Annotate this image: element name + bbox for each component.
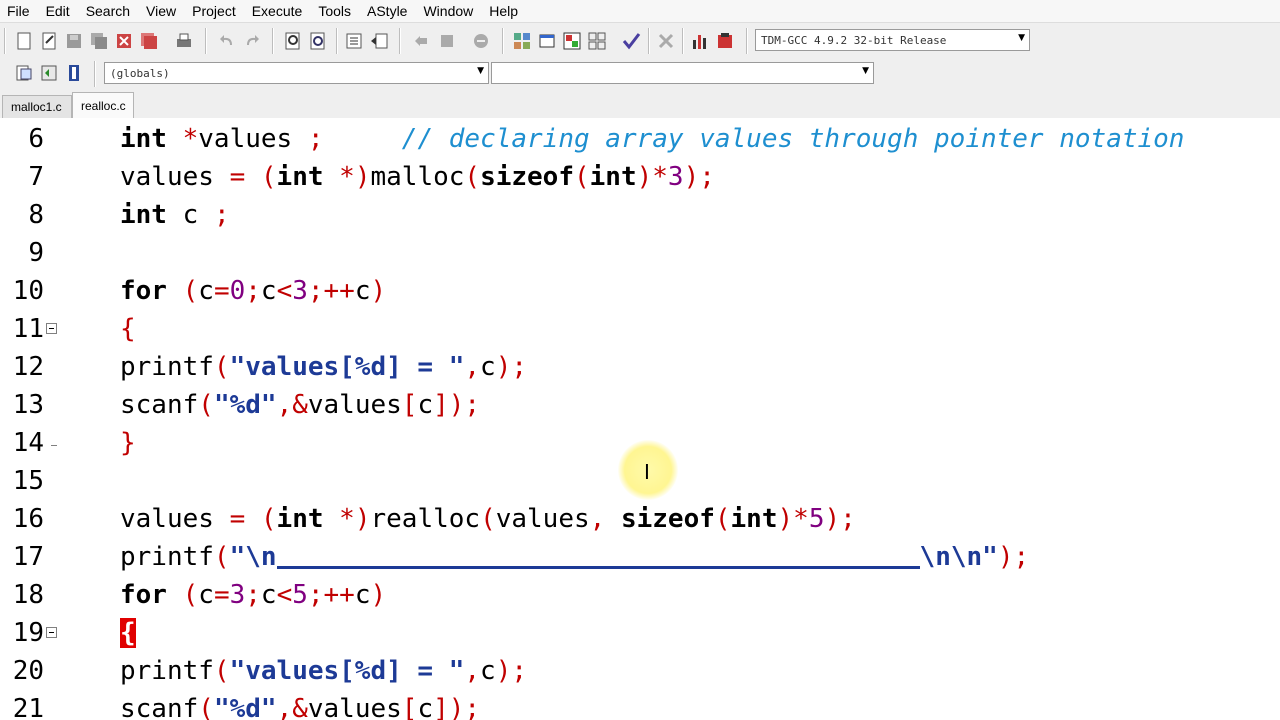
tab-realloc[interactable]: realloc.c — [72, 92, 134, 118]
members-select[interactable]: ▼ — [491, 62, 874, 84]
print-icon[interactable] — [174, 31, 194, 51]
line-number: 14 — [12, 428, 44, 458]
line-number: 8 — [28, 200, 44, 230]
globals-select[interactable]: (globals) ▼ — [104, 62, 489, 84]
text-cursor-icon: I — [644, 460, 650, 484]
line-number: 9 — [28, 238, 44, 268]
code-line-13: scanf("%d",&values[c]); — [120, 390, 481, 420]
menu-bar: File Edit Search View Project Execute To… — [0, 0, 1280, 22]
goto-bookmark-icon[interactable] — [64, 63, 84, 83]
fold-collapse-icon[interactable] — [46, 627, 57, 638]
compile-run-icon[interactable] — [562, 31, 582, 51]
main-toolbar: TDM-GCC 4.9.2 32-bit Release ▼ — [0, 22, 1280, 59]
menu-edit[interactable]: Edit — [39, 0, 79, 22]
fold-collapse-icon[interactable] — [46, 323, 57, 334]
code-editor[interactable]: 6 7 8 9 10 11 12 13 14 15 16 17 18 19 20… — [0, 118, 1280, 720]
chart-icon[interactable] — [690, 31, 710, 51]
code-line-19: { — [120, 618, 136, 648]
fold-end-marker — [51, 445, 57, 446]
code-line-8: int c ; — [120, 200, 230, 230]
chevron-down-icon: ▼ — [862, 66, 869, 76]
line-number: 6 — [28, 124, 44, 154]
compile-icon[interactable] — [512, 31, 532, 51]
line-number: 11 — [12, 314, 44, 344]
code-line-14: } — [120, 428, 136, 458]
compiler-select-value: TDM-GCC 4.9.2 32-bit Release — [761, 34, 947, 47]
line-number: 21 — [12, 694, 44, 720]
code-line-10: for (c=0;c<3;++c) — [120, 276, 387, 306]
chevron-down-icon: ▼ — [477, 66, 484, 76]
menu-view[interactable]: View — [139, 0, 185, 22]
delete-icon[interactable] — [656, 31, 676, 51]
line-number: 20 — [12, 656, 44, 686]
chevron-down-icon: ▼ — [1018, 33, 1025, 43]
code-line-7: values = (int *)malloc(sizeof(int)*3); — [120, 162, 715, 192]
line-number: 10 — [12, 276, 44, 306]
line-number: 18 — [12, 580, 44, 610]
menu-execute[interactable]: Execute — [245, 0, 312, 22]
globals-select-value: (globals) — [110, 67, 170, 80]
line-number: 19 — [12, 618, 44, 648]
menu-project[interactable]: Project — [185, 0, 245, 22]
line-number: 13 — [12, 390, 44, 420]
code-line-18: for (c=3;c<5;++c) — [120, 580, 387, 610]
tab-malloc1[interactable]: malloc1.c — [2, 95, 72, 118]
line-number: 16 — [12, 504, 44, 534]
code-line-20: printf("values[%d] = ",c); — [120, 656, 528, 686]
save-icon[interactable] — [64, 31, 84, 51]
redo-icon[interactable] — [242, 31, 262, 51]
insert-icon[interactable] — [14, 63, 34, 83]
line-number: 15 — [12, 466, 44, 496]
code-line-17: printf("\n \n\n"); — [120, 542, 1030, 572]
menu-window[interactable]: Window — [416, 0, 482, 22]
menu-file[interactable]: File — [0, 0, 39, 22]
goto-icon[interactable] — [437, 31, 457, 51]
editor-tabs: malloc1.c realloc.c — [0, 90, 1280, 119]
line-number: 7 — [28, 162, 44, 192]
code-line-16: values = (int *)realloc(values, sizeof(i… — [120, 504, 856, 534]
code-comment: // declaring array values through pointe… — [401, 124, 1185, 154]
menu-help[interactable]: Help — [482, 0, 527, 22]
menu-tools[interactable]: Tools — [311, 0, 360, 22]
rebuild-icon[interactable] — [587, 31, 607, 51]
new-file-icon[interactable] — [14, 31, 34, 51]
syntax-check-icon[interactable] — [621, 31, 641, 51]
code-line-6: int *values ; // declaring array values … — [120, 124, 1185, 154]
code-line-12: printf("values[%d] = ",c); — [120, 352, 528, 382]
debug-icon[interactable] — [715, 31, 735, 51]
close-all-icon[interactable] — [139, 31, 159, 51]
indent-icon[interactable] — [344, 31, 364, 51]
menu-search[interactable]: Search — [79, 0, 139, 22]
menu-astyle[interactable]: AStyle — [360, 0, 416, 22]
class-toolbar: (globals) ▼ ▼ — [0, 58, 1280, 90]
find-icon[interactable] — [283, 31, 303, 51]
save-all-icon[interactable] — [89, 31, 109, 51]
bookmark-icon[interactable] — [411, 31, 431, 51]
replace-icon[interactable] — [308, 31, 328, 51]
close-icon[interactable] — [114, 31, 134, 51]
run-icon[interactable] — [537, 31, 557, 51]
code-line-11: { — [120, 314, 136, 344]
line-number: 17 — [12, 542, 44, 572]
toggle-bookmark-icon[interactable] — [39, 63, 59, 83]
unindent-icon[interactable] — [369, 31, 389, 51]
compiler-select[interactable]: TDM-GCC 4.9.2 32-bit Release ▼ — [755, 29, 1030, 51]
code-line-21: scanf("%d",&values[c]); — [120, 694, 481, 720]
toggle-icon[interactable] — [471, 31, 491, 51]
open-icon[interactable] — [39, 31, 59, 51]
undo-icon[interactable] — [217, 31, 237, 51]
line-gutter: 6 7 8 9 10 11 12 13 14 15 16 17 18 19 20… — [0, 118, 70, 720]
line-number: 12 — [12, 352, 44, 382]
